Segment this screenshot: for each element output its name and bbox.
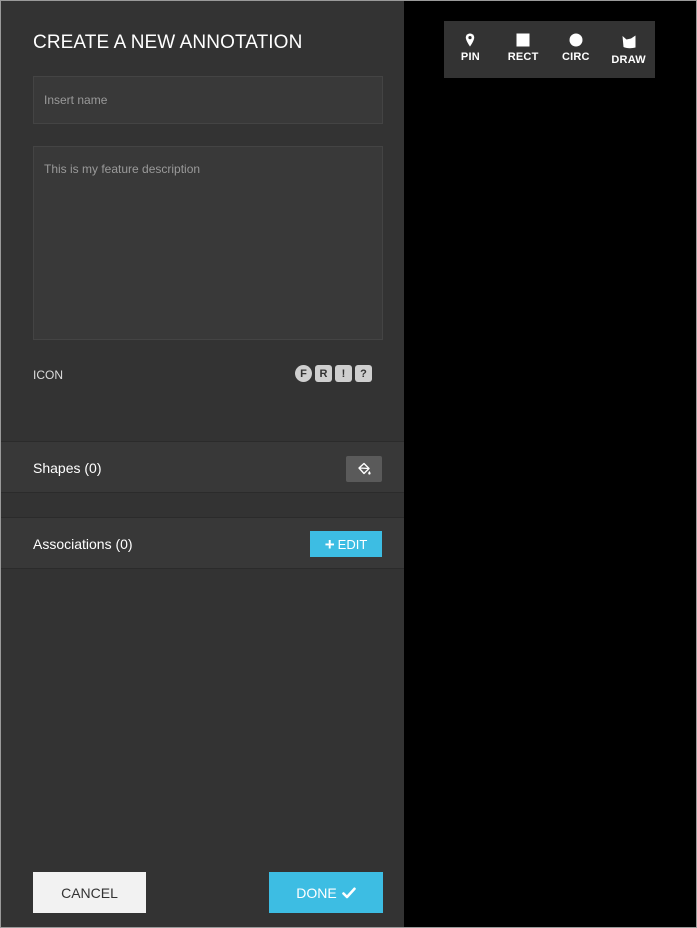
done-button[interactable]: DONE xyxy=(269,872,383,913)
shape-style-button[interactable] xyxy=(346,456,382,482)
tool-pin-label: PIN xyxy=(460,51,480,63)
tool-circ-label: CIRC xyxy=(562,51,590,63)
icon-choice-group: F R ! ? xyxy=(295,365,372,382)
tool-draw[interactable]: DRAW xyxy=(605,32,653,66)
plus-icon: + xyxy=(324,534,335,554)
app-frame: CREATE A NEW ANNOTATION ICON F R ! ? Sha… xyxy=(0,0,697,928)
freehand-draw-icon xyxy=(622,35,636,49)
square-icon xyxy=(516,33,530,47)
icon-choice-r[interactable]: R xyxy=(315,365,332,382)
panel-title: CREATE A NEW ANNOTATION xyxy=(33,32,303,53)
drawing-toolbar: PIN RECT CIRC DRAW xyxy=(444,21,655,78)
cancel-button[interactable]: CANCEL xyxy=(33,872,146,913)
icon-choice-exclamation[interactable]: ! xyxy=(335,365,352,382)
edit-associations-button[interactable]: + EDIT xyxy=(310,531,382,557)
tool-rect[interactable]: RECT xyxy=(499,32,547,63)
icon-choice-f[interactable]: F xyxy=(295,365,312,382)
associations-section: Associations (0) + EDIT xyxy=(1,517,404,569)
paint-bucket-icon xyxy=(358,462,371,475)
shapes-section: Shapes (0) xyxy=(1,441,404,493)
annotation-description-input[interactable] xyxy=(33,146,383,340)
checkmark-icon xyxy=(341,887,356,898)
icon-choice-question[interactable]: ? xyxy=(355,365,372,382)
icon-label: ICON xyxy=(33,368,63,382)
edit-button-label: EDIT xyxy=(337,536,368,552)
annotation-name-input[interactable] xyxy=(33,76,383,124)
tool-draw-label: DRAW xyxy=(611,54,646,66)
map-pin-icon xyxy=(466,33,475,47)
annotation-panel: CREATE A NEW ANNOTATION ICON F R ! ? Sha… xyxy=(1,1,404,927)
tool-pin[interactable]: PIN xyxy=(446,32,494,63)
done-button-label: DONE xyxy=(296,884,337,901)
circle-icon xyxy=(569,33,583,47)
shapes-title: Shapes (0) xyxy=(33,460,102,476)
tool-rect-label: RECT xyxy=(507,51,539,63)
associations-title: Associations (0) xyxy=(33,536,133,552)
tool-circ[interactable]: CIRC xyxy=(552,32,600,63)
